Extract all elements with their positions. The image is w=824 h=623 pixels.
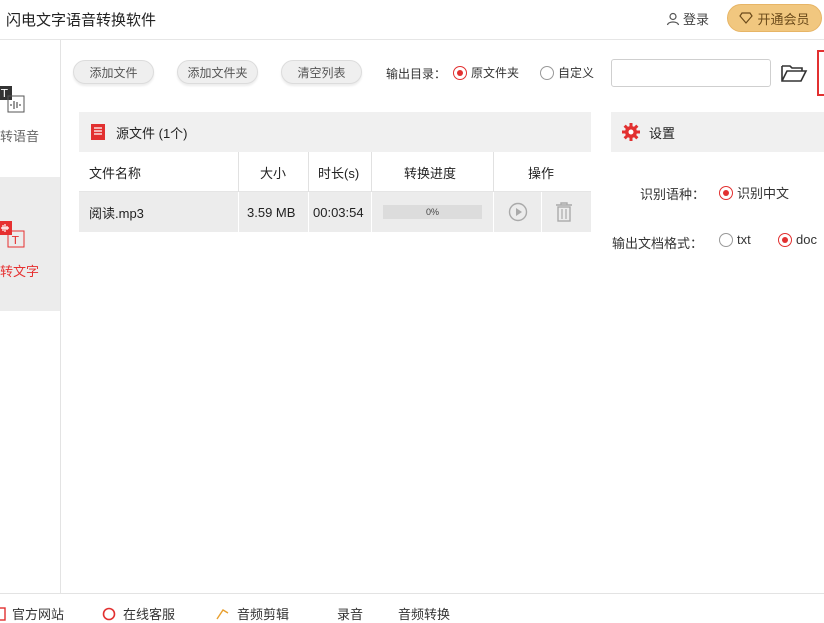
output-option-label: 自定义 bbox=[558, 66, 595, 80]
text-to-speech-icon: T bbox=[0, 86, 25, 113]
output-option-custom[interactable]: 自定义 bbox=[540, 64, 594, 81]
vip-button[interactable]: 开通会员 bbox=[727, 4, 822, 32]
sidebar: T 本转语音 T 音转文字 bbox=[0, 40, 61, 593]
footer-label: 音频转换 bbox=[398, 607, 451, 622]
format-option-label: txt bbox=[737, 232, 751, 247]
settings-title: 设置 bbox=[649, 125, 676, 141]
output-option-source-folder[interactable]: 原文件夹 bbox=[453, 64, 519, 81]
footer-official-site[interactable]: 官方网站 bbox=[0, 604, 64, 623]
title-bar: 闪电文字语音转换软件 登录 开通会员 bbox=[0, 0, 824, 40]
sidebar-item-label: 音转文字 bbox=[0, 264, 40, 279]
svg-text:T: T bbox=[11, 234, 19, 247]
app-title: 闪电文字语音转换软件 bbox=[6, 12, 157, 29]
output-path-input[interactable] bbox=[611, 59, 771, 87]
footer-bar: 官方网站 在线客服 音频剪辑 录音 音频转换 bbox=[0, 593, 824, 622]
language-option-chinese[interactable]: 识别中文 bbox=[719, 183, 789, 202]
website-icon bbox=[0, 606, 6, 621]
file-duration: 00:03:54 bbox=[313, 204, 364, 220]
source-file-title: 源文件 (1个) bbox=[116, 125, 188, 141]
col-duration: 时长(s) bbox=[318, 165, 360, 181]
footer-label: 官方网站 bbox=[12, 607, 65, 622]
col-actions: 操作 bbox=[528, 165, 555, 181]
sidebar-item-text-to-speech[interactable]: T 本转语音 bbox=[0, 42, 60, 176]
clear-list-button[interactable]: 清空列表 bbox=[281, 60, 362, 84]
output-dir-label: 输出目录： bbox=[386, 67, 447, 81]
sidebar-item-speech-to-text[interactable]: T 音转文字 bbox=[0, 177, 60, 311]
sidebar-item-label: 本转语音 bbox=[0, 129, 40, 144]
table-row[interactable]: 阅读.mp3 3.59 MB 00:03:54 0% bbox=[79, 192, 591, 232]
open-folder-icon[interactable] bbox=[780, 62, 808, 84]
login-label: 登录 bbox=[683, 12, 710, 27]
footer-label: 音频剪辑 bbox=[237, 607, 290, 622]
settings-header: 设置 bbox=[611, 112, 824, 152]
radio-selected[interactable] bbox=[453, 65, 467, 80]
add-file-button[interactable]: 添加文件 bbox=[73, 60, 154, 84]
language-option-label: 识别中文 bbox=[737, 186, 790, 201]
diamond-icon bbox=[739, 12, 754, 24]
format-option-doc[interactable]: doc bbox=[778, 232, 817, 247]
add-folder-button[interactable]: 添加文件夹 bbox=[177, 60, 258, 84]
document-icon bbox=[91, 124, 105, 140]
radio-selected[interactable] bbox=[719, 185, 733, 200]
footer-online-support[interactable]: 在线客服 bbox=[101, 604, 175, 623]
file-size: 3.59 MB bbox=[247, 204, 296, 220]
language-label: 识别语种： bbox=[640, 187, 706, 202]
radio-unselected[interactable] bbox=[719, 232, 733, 247]
footer-audio-edit[interactable]: 音频剪辑 bbox=[215, 604, 289, 623]
col-filename: 文件名称 bbox=[89, 165, 142, 181]
format-label: 输出文档格式： bbox=[612, 236, 704, 251]
footer-label: 在线客服 bbox=[123, 607, 176, 622]
highlight-frame bbox=[817, 50, 824, 96]
gear-icon bbox=[622, 123, 640, 141]
audio-edit-icon bbox=[216, 608, 229, 619]
user-icon bbox=[666, 12, 680, 25]
source-file-header: 源文件 (1个) bbox=[79, 112, 591, 152]
radio-selected[interactable] bbox=[778, 232, 792, 247]
play-icon[interactable] bbox=[508, 202, 528, 222]
format-option-label: doc bbox=[796, 232, 817, 247]
conversion-progress: 0% bbox=[383, 205, 482, 219]
radio-unselected[interactable] bbox=[540, 65, 554, 80]
footer-audio-convert[interactable]: 音频转换 bbox=[398, 604, 450, 623]
trash-icon[interactable] bbox=[555, 201, 573, 222]
login-button[interactable]: 登录 bbox=[666, 9, 709, 28]
output-option-label: 原文件夹 bbox=[471, 66, 520, 80]
format-option-txt[interactable]: txt bbox=[719, 232, 751, 247]
footer-recording[interactable]: 录音 bbox=[337, 604, 363, 623]
support-icon bbox=[102, 607, 116, 620]
svg-text:T: T bbox=[0, 87, 8, 100]
vip-label: 开通会员 bbox=[757, 11, 810, 27]
col-progress: 转换进度 bbox=[404, 165, 457, 181]
col-size: 大小 bbox=[260, 165, 287, 181]
file-table-header: 文件名称 大小 时长(s) 转换进度 操作 bbox=[79, 152, 591, 192]
speech-to-text-icon: T bbox=[0, 221, 25, 248]
file-name: 阅读.mp3 bbox=[89, 205, 144, 221]
footer-label: 录音 bbox=[337, 607, 364, 622]
